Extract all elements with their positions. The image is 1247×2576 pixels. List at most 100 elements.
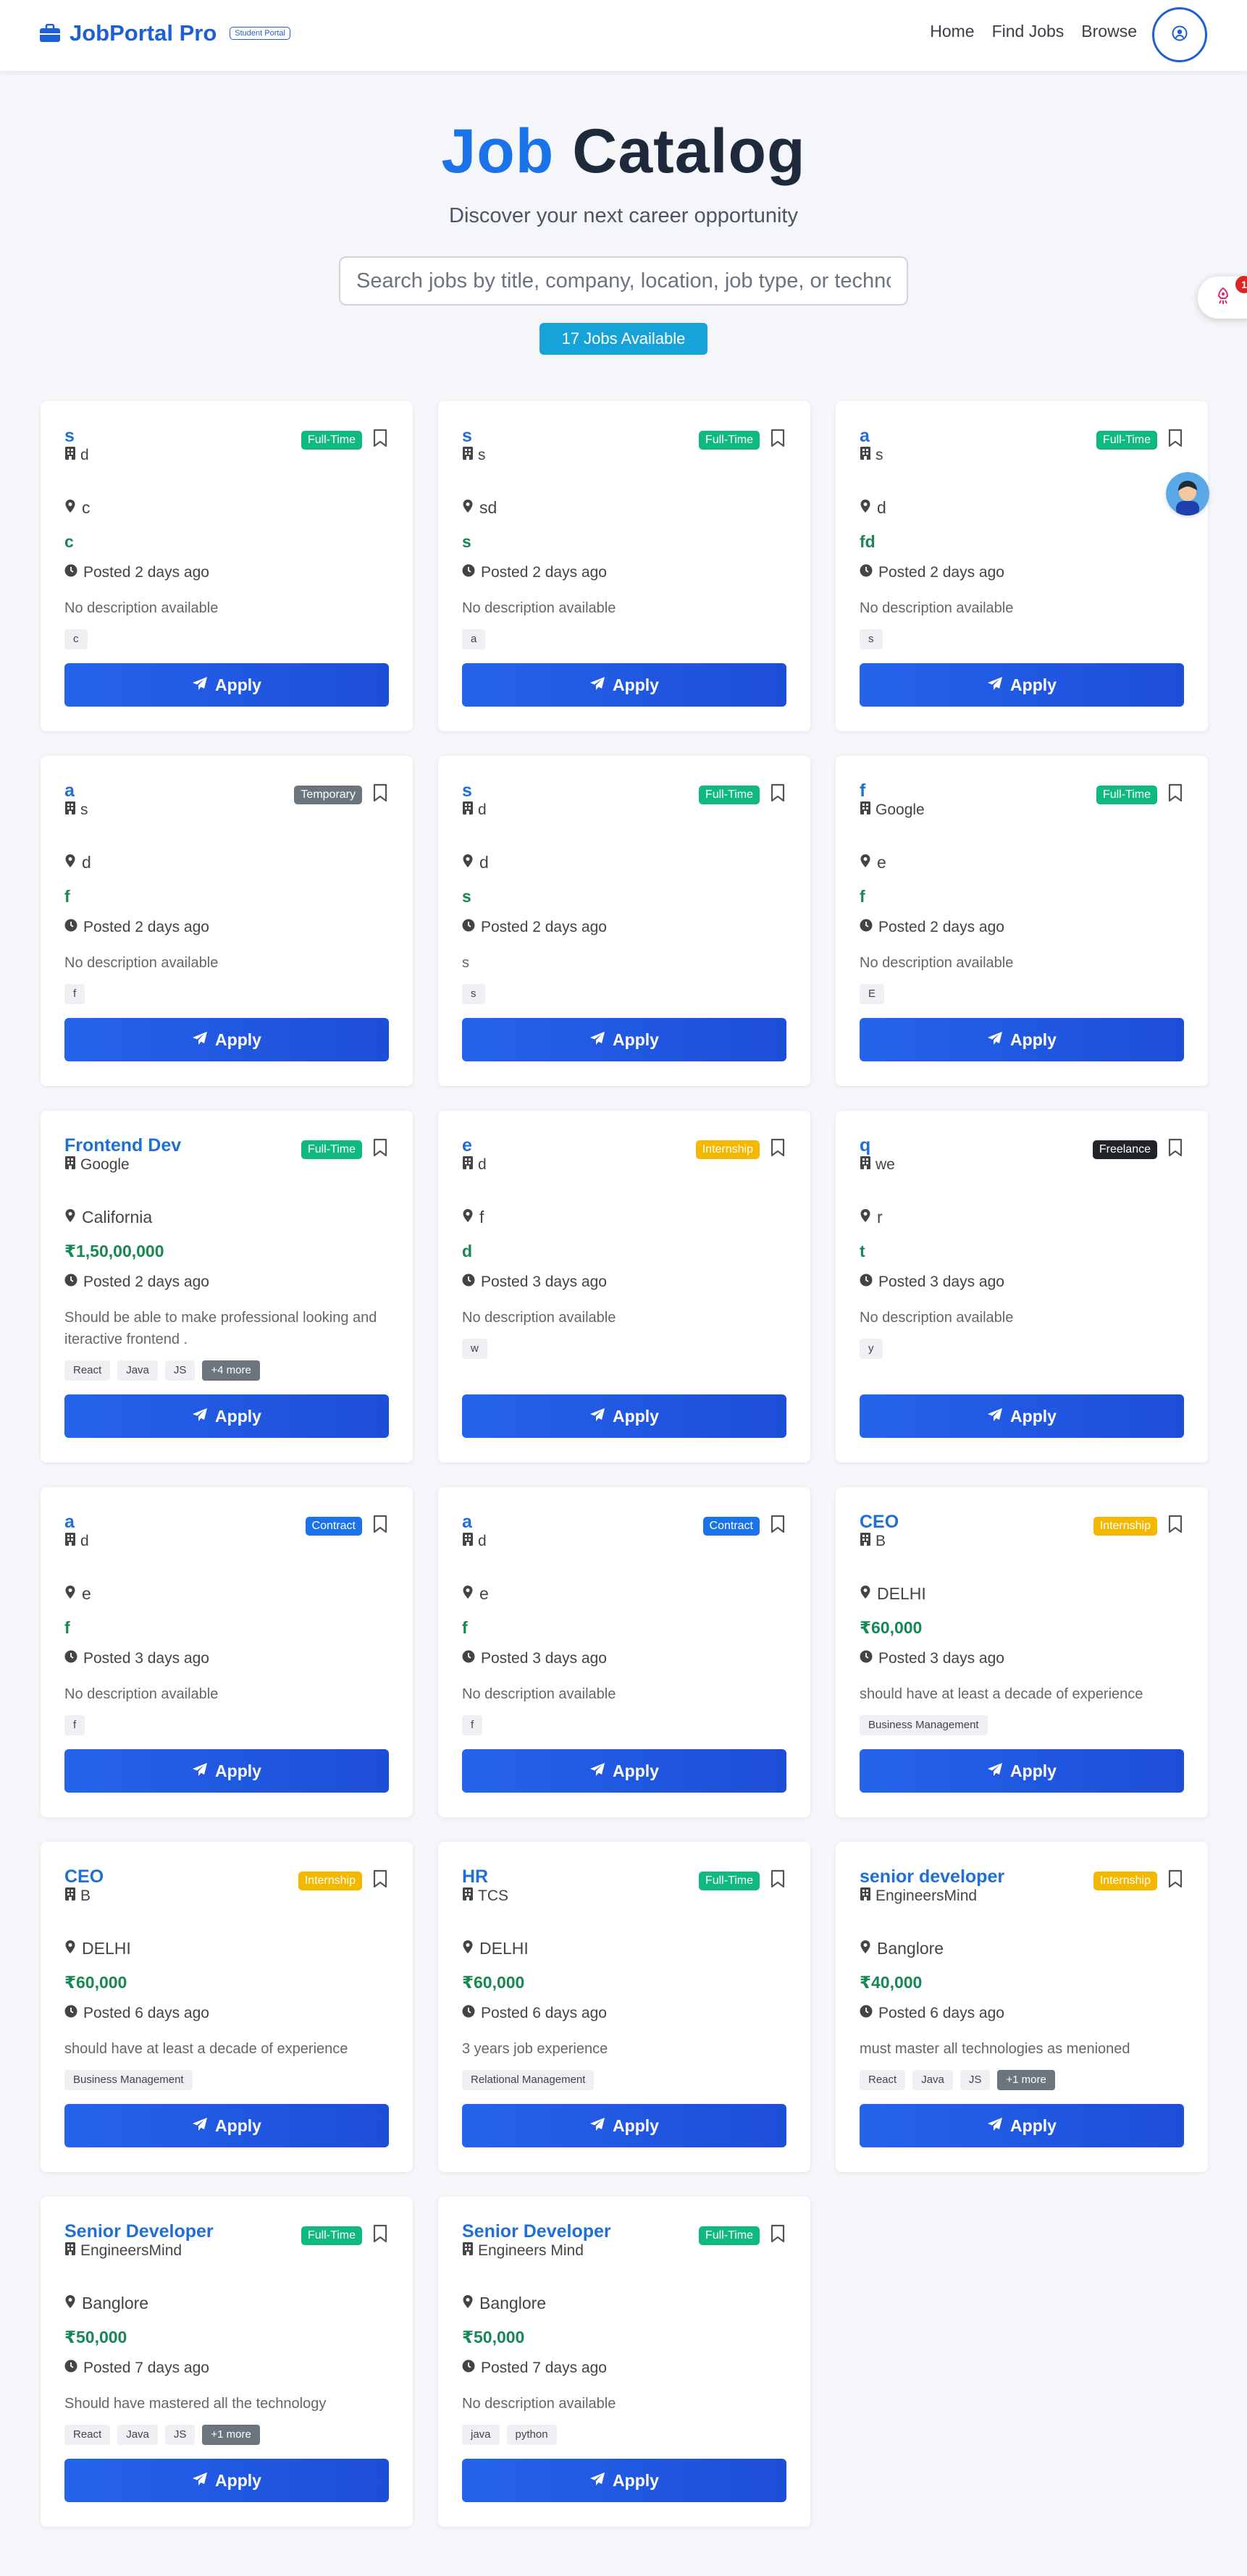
apply-button[interactable]: Apply (860, 2104, 1184, 2147)
apply-button[interactable]: Apply (462, 1018, 786, 1061)
profile-button[interactable] (1152, 7, 1207, 62)
bookmark-icon[interactable] (372, 1138, 388, 1161)
job-title[interactable]: CEO (860, 1512, 1077, 1532)
job-title[interactable]: s (462, 426, 679, 446)
bookmark-icon[interactable] (770, 429, 786, 451)
apply-button[interactable]: Apply (64, 663, 389, 707)
apply-button[interactable]: Apply (64, 2459, 389, 2502)
job-title[interactable]: e (462, 1135, 679, 1156)
location-row: d (462, 853, 786, 872)
job-title[interactable]: HR (462, 1866, 679, 1887)
job-title[interactable]: CEO (64, 1866, 282, 1887)
job-title[interactable]: senior developer (860, 1866, 1077, 1887)
nav-find-jobs-link[interactable]: Find Jobs (992, 22, 1065, 41)
job-title[interactable]: a (860, 426, 1077, 446)
job-location: c (82, 498, 91, 517)
apply-label: Apply (215, 2116, 261, 2135)
bookmark-icon[interactable] (1167, 1869, 1183, 1892)
tech-tag: java (462, 2425, 500, 2445)
job-card[interactable]: s d Full-Time d s Posted 2 days ago s s … (438, 756, 810, 1086)
company-name: d (478, 801, 487, 818)
job-card[interactable]: CEO B Internship DELHI ₹60,000 Posted 6 … (41, 1842, 413, 2172)
more-tags-badge[interactable]: +1 more (997, 2070, 1055, 2090)
search-input[interactable] (339, 256, 908, 306)
job-card[interactable]: f Google Full-Time e f Posted 2 days ago… (836, 756, 1208, 1086)
job-title[interactable]: f (860, 780, 1077, 801)
bookmark-icon[interactable] (1167, 429, 1183, 451)
card-badges: Freelance (1092, 1138, 1183, 1161)
paper-plane-icon (987, 1030, 1003, 1050)
bookmark-icon[interactable] (1167, 1515, 1183, 1537)
more-tags-badge[interactable]: +1 more (202, 2425, 260, 2445)
job-card[interactable]: q we Freelance r t Posted 3 days ago No … (836, 1111, 1208, 1462)
posted-row: Posted 3 days ago (462, 1274, 786, 1291)
bookmark-icon[interactable] (372, 783, 388, 806)
bookmark-icon[interactable] (1167, 783, 1183, 806)
job-title[interactable]: s (462, 780, 679, 801)
job-card[interactable]: Senior Developer EngineersMind Full-Time… (41, 2197, 413, 2527)
posted-date: Posted 6 days ago (878, 2005, 1004, 2021)
job-title[interactable]: Frontend Dev (64, 1135, 282, 1156)
job-salary: ₹60,000 (462, 1973, 525, 1992)
job-title[interactable]: a (64, 1512, 282, 1532)
apply-button[interactable]: Apply (64, 1749, 389, 1793)
job-location: r (877, 1208, 883, 1226)
apply-button[interactable]: Apply (64, 1018, 389, 1061)
bookmark-icon[interactable] (372, 2224, 388, 2247)
bookmark-icon[interactable] (770, 1869, 786, 1892)
building-icon (64, 1887, 76, 1906)
job-card[interactable]: senior developer EngineersMind Internshi… (836, 1842, 1208, 2172)
nav-home-link[interactable]: Home (930, 22, 974, 41)
apply-button[interactable]: Apply (462, 663, 786, 707)
job-title[interactable]: s (64, 426, 282, 446)
apply-button[interactable]: Apply (64, 2104, 389, 2147)
bookmark-icon[interactable] (372, 1869, 388, 1892)
more-tags-badge[interactable]: +4 more (202, 1360, 260, 1381)
apply-button[interactable]: Apply (64, 1394, 389, 1438)
apply-button[interactable]: Apply (860, 663, 1184, 707)
job-salary: ₹1,50,00,000 (64, 1242, 164, 1260)
job-card[interactable]: a s Full-Time d fd Posted 2 days ago No … (836, 401, 1208, 731)
job-title[interactable]: q (860, 1135, 1077, 1156)
avatar[interactable] (1166, 472, 1209, 515)
job-card[interactable]: HR TCS Full-Time DELHI ₹60,000 Posted 6 … (438, 1842, 810, 2172)
bookmark-icon[interactable] (770, 1515, 786, 1537)
apply-button[interactable]: Apply (462, 1749, 786, 1793)
job-card[interactable]: e d Internship f d Posted 3 days ago No … (438, 1111, 810, 1462)
job-title[interactable]: a (64, 780, 282, 801)
job-description: No description available (860, 600, 1014, 616)
bookmark-icon[interactable] (372, 1515, 388, 1537)
apply-button[interactable]: Apply (860, 1018, 1184, 1061)
job-card[interactable]: CEO B Internship DELHI ₹60,000 Posted 3 … (836, 1487, 1208, 1817)
clock-icon (860, 2005, 873, 2022)
bookmark-icon[interactable] (770, 2224, 786, 2247)
card-badges: Full-Time (301, 2224, 388, 2247)
bookmark-icon[interactable] (1167, 1138, 1183, 1161)
apply-button[interactable]: Apply (462, 1394, 786, 1438)
tech-tag: E (860, 984, 885, 1004)
job-card[interactable]: Frontend Dev Google Full-Time California… (41, 1111, 413, 1462)
job-title[interactable]: Senior Developer (462, 2221, 679, 2242)
job-card[interactable]: s d Full-Time c c Posted 2 days ago No d… (41, 401, 413, 731)
job-card[interactable]: Senior Developer Engineers Mind Full-Tim… (438, 2197, 810, 2527)
job-card[interactable]: s s Full-Time sd s Posted 2 days ago No … (438, 401, 810, 731)
job-card[interactable]: a s Temporary d f Posted 2 days ago No d… (41, 756, 413, 1086)
job-title[interactable]: a (462, 1512, 679, 1532)
bookmark-icon[interactable] (770, 783, 786, 806)
apply-button[interactable]: Apply (462, 2459, 786, 2502)
paper-plane-icon (192, 1407, 208, 1426)
posted-row: Posted 7 days ago (64, 2360, 389, 2377)
job-card[interactable]: a d Contract e f Posted 3 days ago No de… (41, 1487, 413, 1817)
clock-icon (860, 1650, 873, 1667)
nav-browse-link[interactable]: Browse (1081, 22, 1137, 41)
floating-widget[interactable]: 1 (1198, 276, 1247, 319)
apply-button[interactable]: Apply (860, 1394, 1184, 1438)
apply-button[interactable]: Apply (860, 1749, 1184, 1793)
apply-button[interactable]: Apply (462, 2104, 786, 2147)
bookmark-icon[interactable] (770, 1138, 786, 1161)
brand[interactable]: JobPortal Pro Student Portal (39, 20, 290, 46)
job-title[interactable]: Senior Developer (64, 2221, 282, 2242)
job-card[interactable]: a d Contract e f Posted 3 days ago No de… (438, 1487, 810, 1817)
nav-links: Home Find Jobs Browse (930, 22, 1137, 41)
bookmark-icon[interactable] (372, 429, 388, 451)
